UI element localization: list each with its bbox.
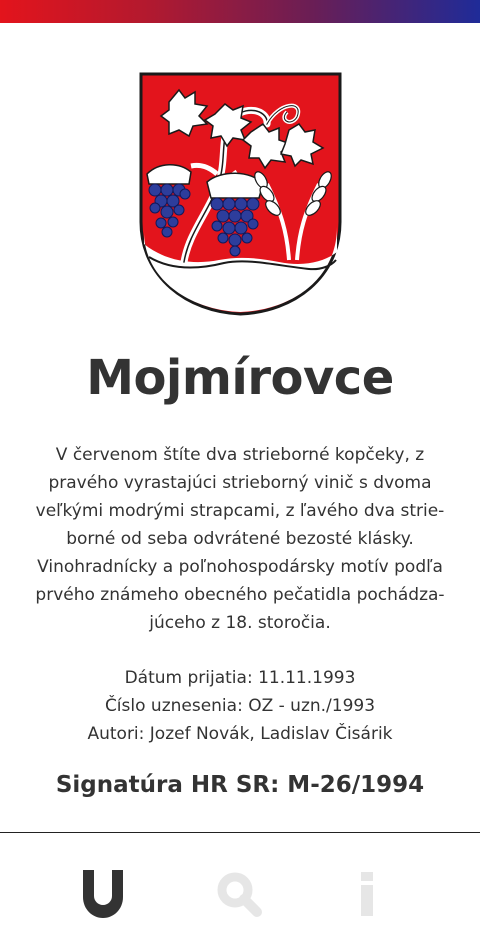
authors: Autori: Jozef Novák, Ladislav Čisárik <box>87 724 393 744</box>
description-line: V červenom štíte dva strieborné kopčeky,… <box>55 445 425 465</box>
nav-search-button[interactable] <box>206 862 272 926</box>
municipality-title: Mojmírovce <box>86 350 394 406</box>
shield-icon <box>83 870 123 918</box>
description-line: veľkými modrými strapcami, z ľavého dva … <box>35 501 445 521</box>
nav-info-button[interactable] <box>334 862 400 926</box>
crest-details: Dátum prijatia: 11.11.1993 Číslo uznesen… <box>0 664 480 748</box>
registry-signature: Signatúra HR SR: M-26/1994 <box>55 772 425 798</box>
search-icon <box>217 872 262 917</box>
description-line: prvého známeho obecného pečatidla pochád… <box>35 585 445 605</box>
description-line: júceho z 18. storočia. <box>149 613 331 633</box>
description-line: pravého vyrastajúci strieborný vinič s d… <box>48 473 432 493</box>
description-line: borné od seba odvrátené bezosté klásky. <box>66 529 414 549</box>
description-line: Vinohradnícky a poľnohospodársky motív p… <box>37 557 443 577</box>
nav-divider <box>0 832 480 833</box>
coat-of-arms-image <box>139 72 342 316</box>
nav-crest-button[interactable] <box>70 862 136 926</box>
adoption-date: Dátum prijatia: 11.11.1993 <box>124 668 356 688</box>
info-icon <box>361 872 373 916</box>
top-accent-bar <box>0 0 480 23</box>
crest-description: V červenom štíte dva strieborné kopčeky,… <box>18 441 462 637</box>
resolution-number: Číslo uznesenia: OZ - uzn./1993 <box>104 696 376 716</box>
